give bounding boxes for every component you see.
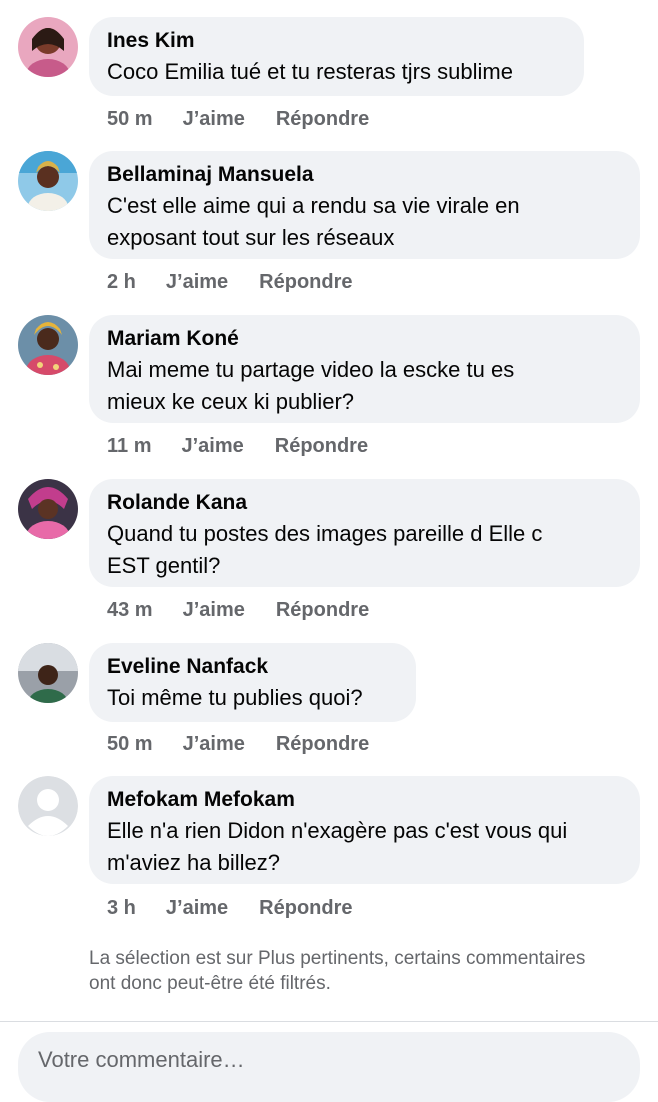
comment-text-line: Coco Emilia tué et tu resteras tjrs subl… xyxy=(107,59,513,84)
comment-time[interactable]: 50 m xyxy=(107,105,153,133)
comment-author[interactable]: Eveline Nanfack xyxy=(107,652,398,682)
comment-bubble: Bellaminaj Mansuela C'est elle aime qui … xyxy=(89,151,640,259)
comment-input[interactable]: Votre commentaire… xyxy=(18,1032,640,1102)
comment-text-line: m'aviez ha billez? xyxy=(107,850,280,875)
comment-author[interactable]: Rolande Kana xyxy=(107,488,622,518)
comment-time[interactable]: 11 m xyxy=(107,432,151,460)
comment-text-line: Quand tu postes des images pareille d El… xyxy=(107,521,543,546)
reply-button[interactable]: Répondre xyxy=(259,894,352,922)
comment-bubble: Mefokam Mefokam Elle n'a rien Didon n'ex… xyxy=(89,776,640,884)
default-avatar-icon[interactable] xyxy=(18,776,78,836)
comment-author[interactable]: Mefokam Mefokam xyxy=(107,785,622,815)
comment-time[interactable]: 50 m xyxy=(107,730,153,758)
comment-author[interactable]: Bellaminaj Mansuela xyxy=(107,160,622,190)
comment-time[interactable]: 2 h xyxy=(107,268,136,296)
reply-button[interactable]: Répondre xyxy=(276,730,369,758)
comment-time[interactable]: 43 m xyxy=(107,596,153,624)
comment-bubble: Mariam Koné Mai meme tu partage video la… xyxy=(89,315,640,423)
like-button[interactable]: J’aime xyxy=(183,730,245,758)
comment-bubble: Rolande Kana Quand tu postes des images … xyxy=(89,479,640,587)
avatar[interactable] xyxy=(18,643,78,703)
comment-text-line: Toi même tu publies quoi? xyxy=(107,685,363,710)
reply-button[interactable]: Répondre xyxy=(259,268,352,296)
comment-actions: 50 m J’aime Répondre xyxy=(107,730,369,758)
reply-button[interactable]: Répondre xyxy=(275,432,368,460)
avatar[interactable] xyxy=(18,479,78,539)
reply-button[interactable]: Répondre xyxy=(276,596,369,624)
divider xyxy=(0,1021,658,1022)
comment-bubble: Eveline Nanfack Toi même tu publies quoi… xyxy=(89,643,416,722)
comment-text-line: C'est elle aime qui a rendu sa vie viral… xyxy=(107,193,520,218)
avatar[interactable] xyxy=(18,17,78,77)
comment-author[interactable]: Ines Kim xyxy=(107,26,566,56)
comment-text-line: Elle n'a rien Didon n'exagère pas c'est … xyxy=(107,818,568,843)
like-button[interactable]: J’aime xyxy=(181,432,243,460)
filter-notice: La sélection est sur Plus pertinents, ce… xyxy=(89,948,586,994)
comment-text-line: exposant tout sur les réseaux xyxy=(107,225,395,250)
avatar[interactable] xyxy=(18,315,78,375)
comment-actions: 2 h J’aime Répondre xyxy=(107,268,353,296)
comment-actions: 43 m J’aime Répondre xyxy=(107,596,369,624)
comment-actions: 11 m J’aime Répondre xyxy=(107,432,368,460)
comment-actions: 50 m J’aime Répondre xyxy=(107,105,369,133)
like-button[interactable]: J’aime xyxy=(183,596,245,624)
like-button[interactable]: J’aime xyxy=(166,268,228,296)
reply-button[interactable]: Répondre xyxy=(276,105,369,133)
comment-actions: 3 h J’aime Répondre xyxy=(107,894,353,922)
comment-text-line: mieux ke ceux ki publier? xyxy=(107,389,355,414)
comment-text-line: Mai meme tu partage video la escke tu es xyxy=(107,357,515,382)
avatar[interactable] xyxy=(18,151,78,211)
comment-bubble: Ines Kim Coco Emilia tué et tu resteras … xyxy=(89,17,584,96)
like-button[interactable]: J’aime xyxy=(183,105,245,133)
like-button[interactable]: J’aime xyxy=(166,894,228,922)
comment-author[interactable]: Mariam Koné xyxy=(107,324,622,354)
comment-time[interactable]: 3 h xyxy=(107,894,136,922)
comment-text-line: EST gentil? xyxy=(107,553,221,578)
